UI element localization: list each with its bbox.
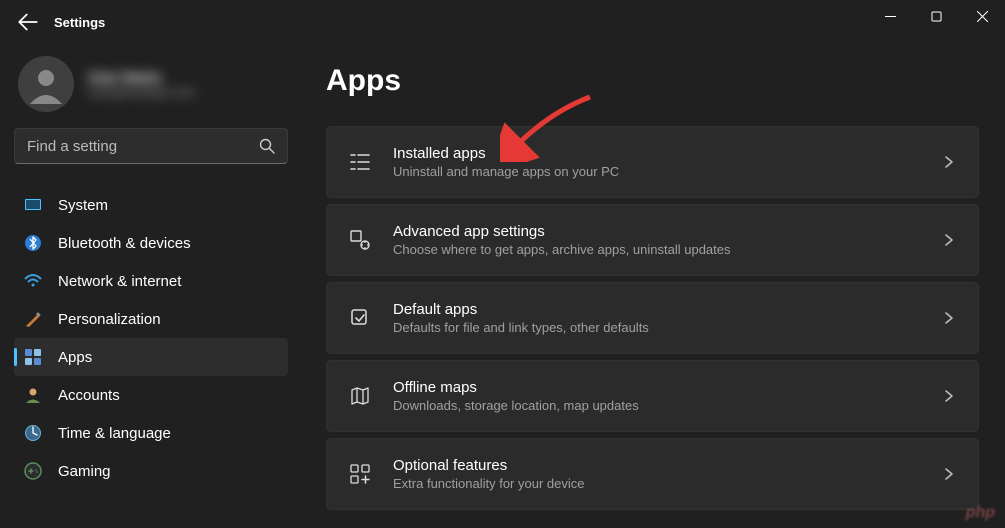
- search-icon: [259, 138, 275, 154]
- maximize-button[interactable]: [913, 0, 959, 32]
- main-content: Apps Installed apps Uninstall and manage…: [300, 44, 1005, 528]
- titlebar: Settings: [0, 0, 1005, 44]
- gaming-icon: [24, 462, 42, 480]
- bluetooth-icon: [24, 234, 42, 252]
- sidebar-item-label: Gaming: [58, 463, 111, 480]
- card-title: Offline maps: [393, 379, 942, 396]
- card-text: Offline maps Downloads, storage location…: [393, 379, 942, 413]
- sidebar: User Name user@example.com System Blueto…: [0, 44, 300, 528]
- sidebar-item-apps[interactable]: Apps: [14, 338, 288, 376]
- chevron-right-icon: [942, 389, 956, 403]
- window-controls: [867, 0, 1005, 32]
- sidebar-item-network[interactable]: Network & internet: [14, 262, 288, 300]
- installed-apps-icon: [349, 151, 371, 173]
- time-language-icon: [24, 424, 42, 442]
- user-name: User Name: [88, 69, 195, 85]
- card-desc: Extra functionality for your device: [393, 476, 942, 491]
- accounts-icon: [24, 386, 42, 404]
- card-title: Default apps: [393, 301, 942, 318]
- sidebar-item-label: Apps: [58, 349, 92, 366]
- page-title: Apps: [326, 64, 979, 98]
- card-title: Optional features: [393, 457, 942, 474]
- search-box[interactable]: [14, 128, 288, 164]
- sidebar-item-label: Time & language: [58, 425, 171, 442]
- card-desc: Downloads, storage location, map updates: [393, 398, 942, 413]
- avatar-icon: [26, 64, 66, 104]
- card-text: Default apps Defaults for file and link …: [393, 301, 942, 335]
- advanced-settings-icon: [349, 229, 371, 251]
- back-button[interactable]: [18, 12, 38, 32]
- avatar: [18, 56, 74, 112]
- card-advanced-app-settings[interactable]: Advanced app settings Choose where to ge…: [326, 204, 979, 276]
- sidebar-item-label: Personalization: [58, 311, 161, 328]
- card-text: Installed apps Uninstall and manage apps…: [393, 145, 942, 179]
- sidebar-item-system[interactable]: System: [14, 186, 288, 224]
- system-icon: [24, 196, 42, 214]
- card-text: Optional features Extra functionality fo…: [393, 457, 942, 491]
- wifi-icon: [24, 272, 42, 290]
- card-installed-apps[interactable]: Installed apps Uninstall and manage apps…: [326, 126, 979, 198]
- sidebar-item-label: Accounts: [58, 387, 120, 404]
- search-input[interactable]: [27, 138, 259, 155]
- default-apps-icon: [349, 307, 371, 329]
- sidebar-item-label: Bluetooth & devices: [58, 235, 191, 252]
- card-optional-features[interactable]: Optional features Extra functionality fo…: [326, 438, 979, 510]
- close-button[interactable]: [959, 0, 1005, 32]
- user-email: user@example.com: [88, 85, 195, 99]
- user-info: User Name user@example.com: [88, 69, 195, 99]
- offline-maps-icon: [349, 385, 371, 407]
- user-account-block[interactable]: User Name user@example.com: [14, 56, 288, 112]
- minimize-button[interactable]: [867, 0, 913, 32]
- watermark: php: [966, 504, 995, 522]
- chevron-right-icon: [942, 467, 956, 481]
- maximize-icon: [931, 11, 942, 22]
- minimize-icon: [885, 11, 896, 22]
- window-title: Settings: [54, 15, 105, 30]
- chevron-right-icon: [942, 233, 956, 247]
- personalization-icon: [24, 310, 42, 328]
- sidebar-item-accounts[interactable]: Accounts: [14, 376, 288, 414]
- chevron-right-icon: [942, 311, 956, 325]
- apps-icon: [24, 348, 42, 366]
- card-desc: Uninstall and manage apps on your PC: [393, 164, 942, 179]
- sidebar-item-personalization[interactable]: Personalization: [14, 300, 288, 338]
- card-desc: Choose where to get apps, archive apps, …: [393, 242, 942, 257]
- card-title: Installed apps: [393, 145, 942, 162]
- sidebar-item-time-language[interactable]: Time & language: [14, 414, 288, 452]
- sidebar-item-label: Network & internet: [58, 273, 181, 290]
- card-text: Advanced app settings Choose where to ge…: [393, 223, 942, 257]
- card-default-apps[interactable]: Default apps Defaults for file and link …: [326, 282, 979, 354]
- sidebar-item-gaming[interactable]: Gaming: [14, 452, 288, 490]
- card-title: Advanced app settings: [393, 223, 942, 240]
- card-desc: Defaults for file and link types, other …: [393, 320, 942, 335]
- sidebar-nav: System Bluetooth & devices Network & int…: [14, 186, 288, 490]
- close-icon: [977, 11, 988, 22]
- card-offline-maps[interactable]: Offline maps Downloads, storage location…: [326, 360, 979, 432]
- chevron-right-icon: [942, 155, 956, 169]
- sidebar-item-bluetooth[interactable]: Bluetooth & devices: [14, 224, 288, 262]
- back-arrow-icon: [18, 12, 38, 32]
- optional-features-icon: [349, 463, 371, 485]
- sidebar-item-label: System: [58, 197, 108, 214]
